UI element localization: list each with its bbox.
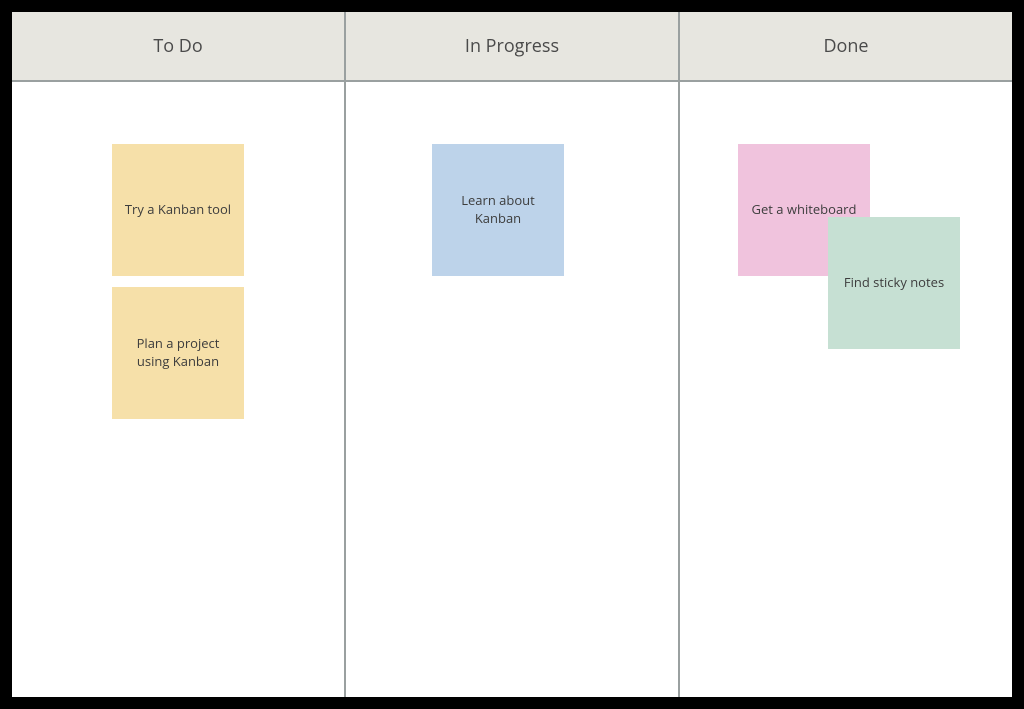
- card-plan-project[interactable]: Plan a project using Kanban: [112, 287, 244, 419]
- kanban-board: To Do In Progress Done Try a Kanban tool…: [12, 12, 1012, 697]
- board-body: Try a Kanban tool Plan a project using K…: [12, 82, 1012, 697]
- column-todo[interactable]: Try a Kanban tool Plan a project using K…: [12, 82, 346, 697]
- card-learn-kanban[interactable]: Learn about Kanban: [432, 144, 564, 276]
- column-done[interactable]: Get a whiteboard Find sticky notes: [680, 82, 1012, 697]
- column-header-in-progress: In Progress: [346, 12, 680, 80]
- column-header-todo: To Do: [12, 12, 346, 80]
- card-try-kanban-tool[interactable]: Try a Kanban tool: [112, 144, 244, 276]
- column-in-progress[interactable]: Learn about Kanban: [346, 82, 680, 697]
- card-find-sticky-notes[interactable]: Find sticky notes: [828, 217, 960, 349]
- column-headers: To Do In Progress Done: [12, 12, 1012, 82]
- column-header-done: Done: [680, 12, 1012, 80]
